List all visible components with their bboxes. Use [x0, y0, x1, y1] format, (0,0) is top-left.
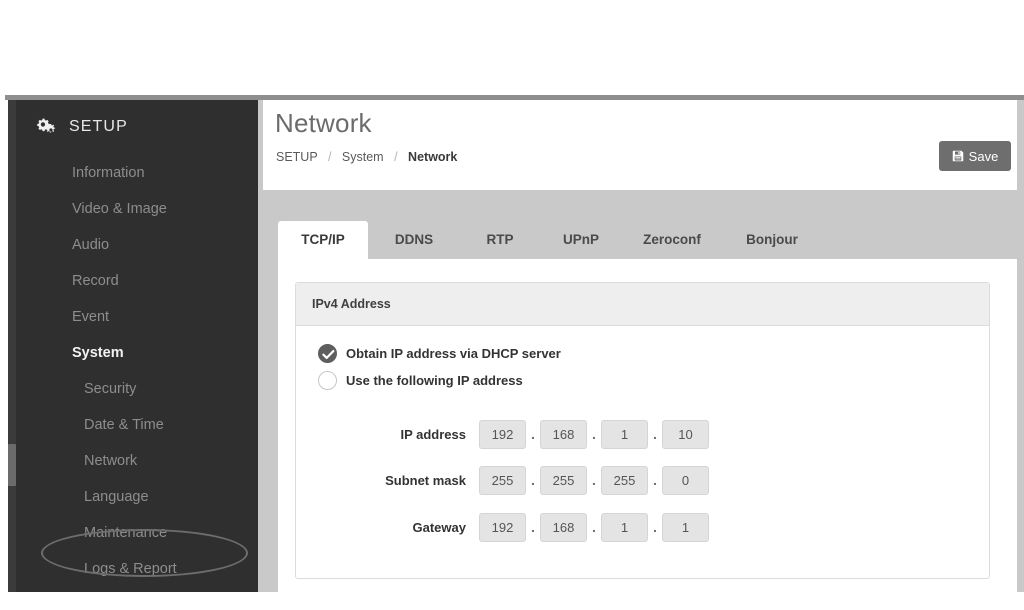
subnet-mask-octet-3[interactable] — [601, 466, 648, 495]
octet-separator: . — [531, 472, 535, 488]
floppy-disk-icon — [952, 150, 964, 162]
field-label-ip-address: IP address — [400, 427, 466, 442]
application-window: SETUP Information Video & Image Audio Re… — [0, 95, 1024, 592]
content-gutter — [1017, 100, 1024, 592]
breadcrumb-separator: / — [394, 150, 398, 164]
sidebar-item-label: Event — [72, 309, 110, 325]
field-label-subnet-mask: Subnet mask — [385, 473, 466, 488]
sidebar-item-label: Security — [84, 381, 137, 397]
sidebar-item-label: Language — [84, 489, 149, 505]
sidebar-brand: SETUP — [8, 109, 258, 145]
octet-group-gateway: . . . — [479, 513, 709, 542]
ipv4-address-card: IPv4 Address Obtain IP address via DHCP … — [295, 282, 990, 579]
tab-bonjour[interactable]: Bonjour — [722, 221, 822, 259]
tab-ddns[interactable]: DDNS — [368, 221, 460, 259]
field-row-ip-address: IP address . . . — [296, 420, 989, 450]
ip-address-octet-4[interactable] — [662, 420, 709, 449]
sidebar-item-record[interactable]: Record — [8, 263, 258, 299]
ip-address-octet-2[interactable] — [540, 420, 587, 449]
field-row-subnet-mask: Subnet mask . . . — [296, 466, 989, 496]
sidebar-item-label: Audio — [72, 237, 110, 253]
tab-label: TCP/IP — [301, 232, 345, 247]
sidebar-item-event[interactable]: Event — [8, 299, 258, 335]
sidebar-navigation: SETUP Information Video & Image Audio Re… — [8, 95, 258, 592]
sidebar-item-logs-and-report[interactable]: Logs & Report — [8, 551, 258, 587]
subnet-mask-octet-1[interactable] — [479, 466, 526, 495]
octet-separator: . — [531, 426, 535, 442]
radio-label: Use the following IP address — [346, 373, 523, 388]
ipv4-card-title: IPv4 Address — [296, 283, 989, 326]
subnet-mask-octet-2[interactable] — [540, 466, 587, 495]
ip-address-octet-3[interactable] — [601, 420, 648, 449]
sidebar-item-security[interactable]: Security — [8, 371, 258, 407]
sidebar-item-label: Video & Image — [72, 201, 167, 217]
page-title: Network — [275, 108, 372, 138]
sidebar-item-system[interactable]: System — [8, 335, 258, 371]
sidebar-item-label: Maintenance — [84, 525, 168, 541]
tab-zeroconf[interactable]: Zeroconf — [622, 221, 722, 259]
octet-separator: . — [592, 426, 596, 442]
octet-separator: . — [653, 519, 657, 535]
radio-use-following-ip[interactable]: Use the following IP address — [318, 371, 523, 390]
tab-label: Zeroconf — [643, 232, 701, 247]
tab-tcpip[interactable]: TCP/IP — [278, 221, 368, 259]
sidebar-item-label: Information — [72, 165, 145, 181]
subnet-mask-octet-4[interactable] — [662, 466, 709, 495]
page-header: Network SETUP / System / Network Save — [263, 100, 1017, 190]
sidebar-item-video-and-image[interactable]: Video & Image — [8, 191, 258, 227]
octet-separator: . — [592, 472, 596, 488]
octet-separator: . — [653, 472, 657, 488]
tab-panel-tcpip: IPv4 Address Obtain IP address via DHCP … — [278, 259, 1017, 592]
save-button[interactable]: Save — [939, 141, 1011, 171]
breadcrumb-item-system[interactable]: System — [342, 150, 384, 164]
ipv4-card-body: Obtain IP address via DHCP server Use th… — [296, 326, 989, 578]
sidebar-menu: Information Video & Image Audio Record E… — [8, 155, 258, 587]
save-button-label: Save — [968, 148, 999, 164]
breadcrumb-item-setup[interactable]: SETUP — [276, 150, 317, 164]
octet-group-ip-address: . . . — [479, 420, 709, 449]
tab-label: DDNS — [394, 232, 434, 247]
gears-icon — [36, 116, 58, 138]
tab-label: RTP — [486, 232, 514, 247]
breadcrumb: SETUP / System / Network — [276, 150, 457, 164]
octet-separator: . — [531, 519, 535, 535]
tab-rtp[interactable]: RTP — [460, 221, 540, 259]
ip-address-octet-1[interactable] — [479, 420, 526, 449]
octet-separator: . — [592, 519, 596, 535]
sidebar-item-audio[interactable]: Audio — [8, 227, 258, 263]
sidebar-brand-label: SETUP — [69, 118, 128, 135]
sidebar-item-maintenance[interactable]: Maintenance — [8, 515, 258, 551]
sidebar-item-label: Logs & Report — [84, 561, 177, 577]
radio-checked-icon — [318, 344, 337, 363]
breadcrumb-separator: / — [327, 150, 332, 164]
content-top-divider — [5, 95, 1024, 100]
sidebar-item-label: Date & Time — [84, 417, 164, 433]
gateway-octet-2[interactable] — [540, 513, 587, 542]
radio-obtain-ip-via-dhcp[interactable]: Obtain IP address via DHCP server — [318, 344, 561, 363]
sidebar-item-label: Record — [72, 273, 119, 289]
sidebar-item-label: System — [72, 345, 124, 361]
octet-group-subnet-mask: . . . — [479, 466, 709, 495]
sidebar-item-language[interactable]: Language — [8, 479, 258, 515]
tab-label: UPnP — [562, 232, 599, 247]
field-label-gateway: Gateway — [412, 520, 466, 535]
sidebar-item-network[interactable]: Network — [8, 443, 258, 479]
field-row-gateway: Gateway . . . — [296, 513, 989, 543]
sidebar-item-information[interactable]: Information — [8, 155, 258, 191]
breadcrumb-item-network: Network — [408, 150, 458, 164]
gateway-octet-1[interactable] — [479, 513, 526, 542]
main-content-area: Network SETUP / System / Network Save TC… — [258, 95, 1024, 592]
gateway-octet-4[interactable] — [662, 513, 709, 542]
radio-label: Obtain IP address via DHCP server — [346, 346, 561, 361]
tab-label: Bonjour — [746, 232, 798, 247]
radio-unchecked-icon — [318, 371, 337, 390]
gateway-octet-3[interactable] — [601, 513, 648, 542]
tab-upnp[interactable]: UPnP — [540, 221, 622, 259]
tab-bar: TCP/IP DDNS RTP UPnP Zeroconf Bonjour — [278, 221, 1017, 259]
sidebar-item-label: Network — [84, 453, 138, 469]
sidebar-item-date-and-time[interactable]: Date & Time — [8, 407, 258, 443]
octet-separator: . — [653, 426, 657, 442]
